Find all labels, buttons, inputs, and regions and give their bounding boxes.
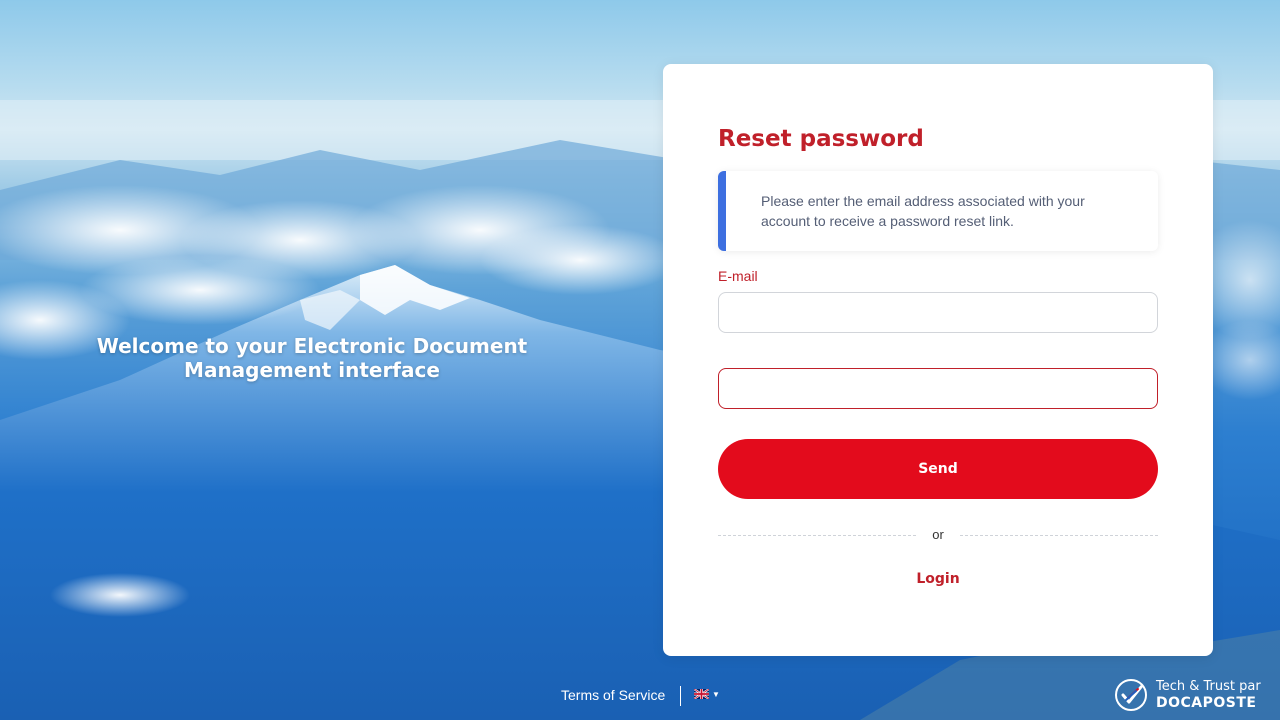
email-field[interactable] [718,292,1158,333]
footer-separator [680,686,681,706]
info-message-text: Please enter the email address associate… [761,193,1085,229]
login-link[interactable]: Login [718,571,1158,587]
page-title: Reset password [718,126,924,152]
or-divider: or [718,526,1158,544]
chevron-down-icon: ▼ [712,689,720,699]
brand-name: DOCAPOSTE [1156,695,1257,711]
language-selector[interactable]: ▼ [694,689,720,699]
send-button[interactable]: Send [718,439,1158,499]
docaposte-brand: Tech & Trust par DOCAPOSTE [1114,676,1274,716]
docaposte-logo-icon [1115,679,1147,711]
welcome-heading: Welcome to your Electronic Document Mana… [96,334,528,382]
terms-of-service-link[interactable]: Terms of Service [561,687,665,703]
secondary-field[interactable] [718,368,1158,409]
brand-tagline: Tech & Trust par [1156,679,1261,694]
info-message: Please enter the email address associate… [718,171,1158,251]
reset-password-card: Reset password Please enter the email ad… [663,64,1213,656]
divider-line-right [960,535,1158,536]
email-label: E-mail [718,268,758,284]
uk-flag-icon [694,689,709,699]
